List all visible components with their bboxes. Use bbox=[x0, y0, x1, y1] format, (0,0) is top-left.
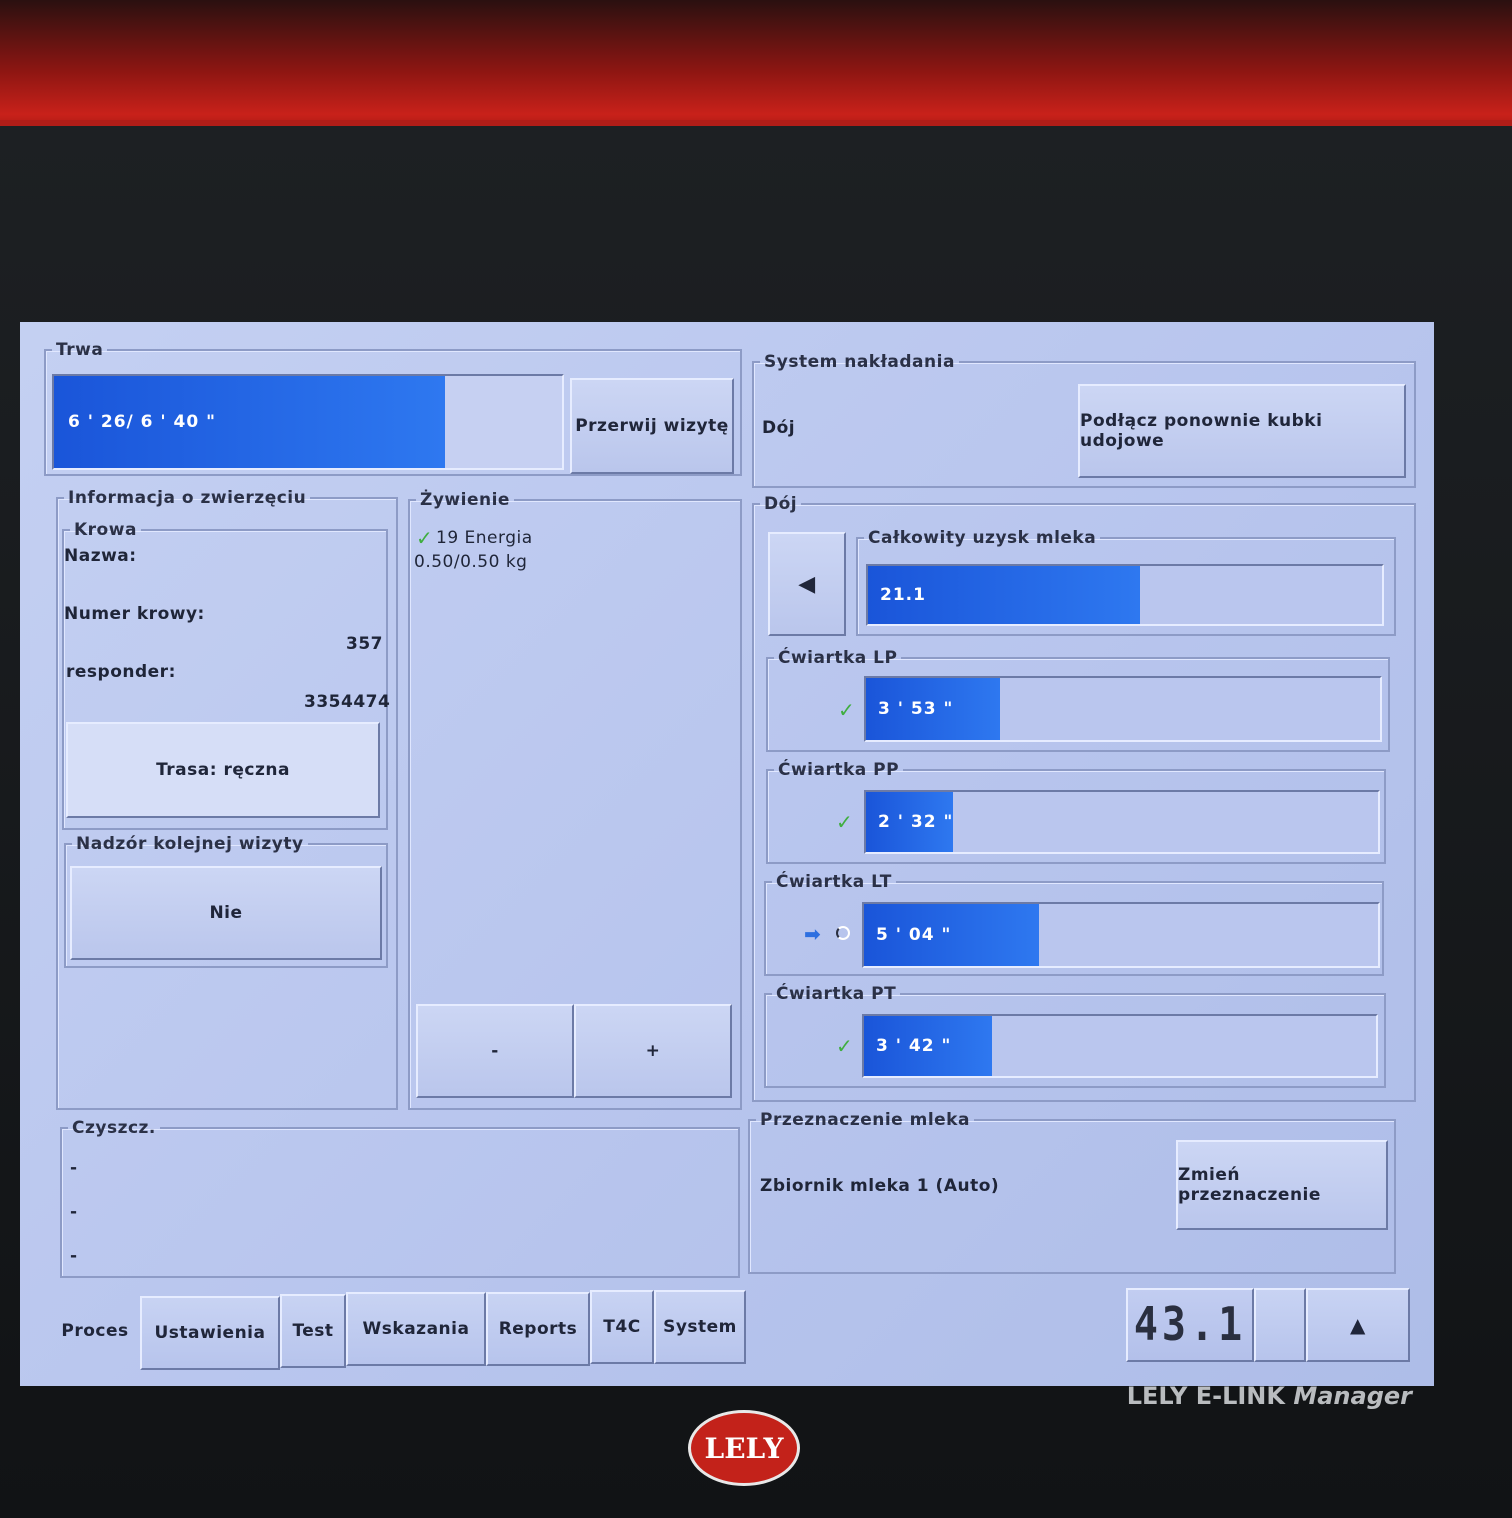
tab-test[interactable]: Test bbox=[280, 1294, 346, 1368]
responder-label: responder: bbox=[66, 662, 176, 682]
cleaning-line-1: - bbox=[70, 1158, 78, 1178]
animal-info-legend: Informacja o zwierzęciu bbox=[68, 488, 307, 508]
feed-plus-button[interactable]: + bbox=[574, 1004, 732, 1098]
total-yield-bar: 21.1 bbox=[866, 564, 1384, 626]
quarter-lf-legend: Ćwiartka LP bbox=[778, 648, 898, 668]
cleaning-group: Czyszcz. bbox=[60, 1118, 740, 1278]
quarter-rr-check-icon: ✓ bbox=[836, 1034, 853, 1058]
quarter-lf-check-icon: ✓ bbox=[838, 698, 855, 722]
tab-t4c[interactable]: T4C bbox=[590, 1290, 654, 1364]
quarter-lf-value: 3 ' 53 " bbox=[878, 699, 954, 719]
cleaning-line-2: - bbox=[70, 1202, 78, 1222]
next-visit-supervision-legend: Nadzór kolejnej wizyty bbox=[76, 834, 304, 854]
milking-legend: Dój bbox=[764, 494, 798, 514]
cleaning-legend: Czyszcz. bbox=[72, 1118, 156, 1138]
cow-name-label: Nazwa: bbox=[64, 546, 137, 566]
quarter-rf-bar: 2 ' 32 " bbox=[864, 790, 1380, 854]
quarter-rr-legend: Ćwiartka PT bbox=[776, 984, 897, 1004]
quarter-lf-bar: 3 ' 53 " bbox=[864, 676, 1382, 742]
quarter-rf-legend: Ćwiartka PP bbox=[778, 760, 900, 780]
milk-destination-value: Zbiornik mleka 1 (Auto) bbox=[760, 1176, 1000, 1196]
feeding-legend: Żywienie bbox=[420, 490, 510, 510]
visit-progress-bar: 6 ' 26/ 6 ' 40 " bbox=[52, 374, 564, 470]
quarter-lr-legend: Ćwiartka LT bbox=[776, 872, 892, 892]
feed-item-amount: 0.50/0.50 kg bbox=[414, 552, 528, 572]
total-yield-legend: Całkowity uzysk mleka bbox=[868, 528, 1097, 548]
tab-reports[interactable]: Reports bbox=[486, 1292, 590, 1366]
attach-system-status: Dój bbox=[762, 418, 796, 438]
cow-number-label: Numer krowy: bbox=[64, 604, 205, 624]
tab-system[interactable]: System bbox=[654, 1290, 746, 1364]
attach-system-legend: System nakładania bbox=[764, 352, 955, 372]
brand-suffix: Manager bbox=[1293, 1382, 1412, 1410]
total-yield-value: 21.1 bbox=[880, 585, 926, 605]
yield-display-value: 43.1 bbox=[1133, 1298, 1247, 1352]
stop-visit-button[interactable]: Przerwij wizytę bbox=[570, 378, 734, 474]
touch-screen: Trwa 6 ' 26/ 6 ' 40 " Przerwij wizytę Sy… bbox=[20, 322, 1434, 1386]
brand-wordmark: LELY E-LINK Manager bbox=[1127, 1382, 1412, 1410]
quarter-lr-progress-spinner-icon bbox=[836, 926, 850, 940]
reattach-cups-button[interactable]: Podłącz ponownie kubki udojowe bbox=[1078, 384, 1406, 478]
quarter-rf-value: 2 ' 32 " bbox=[878, 812, 954, 832]
quarter-lr-active-arrow-icon: ➡ bbox=[804, 922, 821, 946]
quarter-rr-value: 3 ' 42 " bbox=[876, 1036, 952, 1056]
feed-minus-button[interactable]: - bbox=[416, 1004, 574, 1098]
quarter-lr-value: 5 ' 04 " bbox=[876, 925, 952, 945]
back-arrow-icon[interactable]: ◀ bbox=[768, 532, 846, 636]
supervision-value-button[interactable]: Nie bbox=[70, 866, 382, 960]
brand-name: LELY E-LINK bbox=[1126, 1382, 1285, 1410]
visit-progress-text: 6 ' 26/ 6 ' 40 " bbox=[68, 412, 216, 432]
tab-ustawienia[interactable]: Ustawienia bbox=[140, 1296, 280, 1370]
cow-number-value: 357 bbox=[346, 634, 383, 654]
feed-item-name: 19 Energia bbox=[436, 528, 533, 548]
spacer-button bbox=[1254, 1288, 1306, 1362]
feed-check-icon: ✓ bbox=[416, 526, 433, 550]
duration-legend: Trwa bbox=[56, 340, 104, 360]
milk-destination-legend: Przeznaczenie mleka bbox=[760, 1110, 970, 1130]
cleaning-line-3: - bbox=[70, 1246, 78, 1266]
quarter-lr-bar: 5 ' 04 " bbox=[862, 902, 1380, 968]
responder-value: 3354474 bbox=[304, 692, 391, 712]
bottom-tab-bar: Proces Ustawienia Test Wskazania Reports… bbox=[50, 1288, 1410, 1370]
tab-proces[interactable]: Proces bbox=[50, 1294, 140, 1368]
yield-display: 43.1 bbox=[1126, 1288, 1254, 1362]
route-manual-button[interactable]: Trasa: ręczna bbox=[66, 722, 380, 818]
change-destination-button[interactable]: Zmień przeznaczenie bbox=[1176, 1140, 1388, 1230]
robot-housing bbox=[0, 0, 1512, 130]
cow-legend: Krowa bbox=[74, 520, 137, 540]
lely-logo: LELY bbox=[688, 1410, 800, 1486]
quarter-rr-bar: 3 ' 42 " bbox=[862, 1014, 1378, 1078]
quarter-rf-check-icon: ✓ bbox=[836, 810, 853, 834]
scroll-up-icon[interactable]: ▲ bbox=[1306, 1288, 1410, 1362]
tab-wskazania[interactable]: Wskazania bbox=[346, 1292, 486, 1366]
